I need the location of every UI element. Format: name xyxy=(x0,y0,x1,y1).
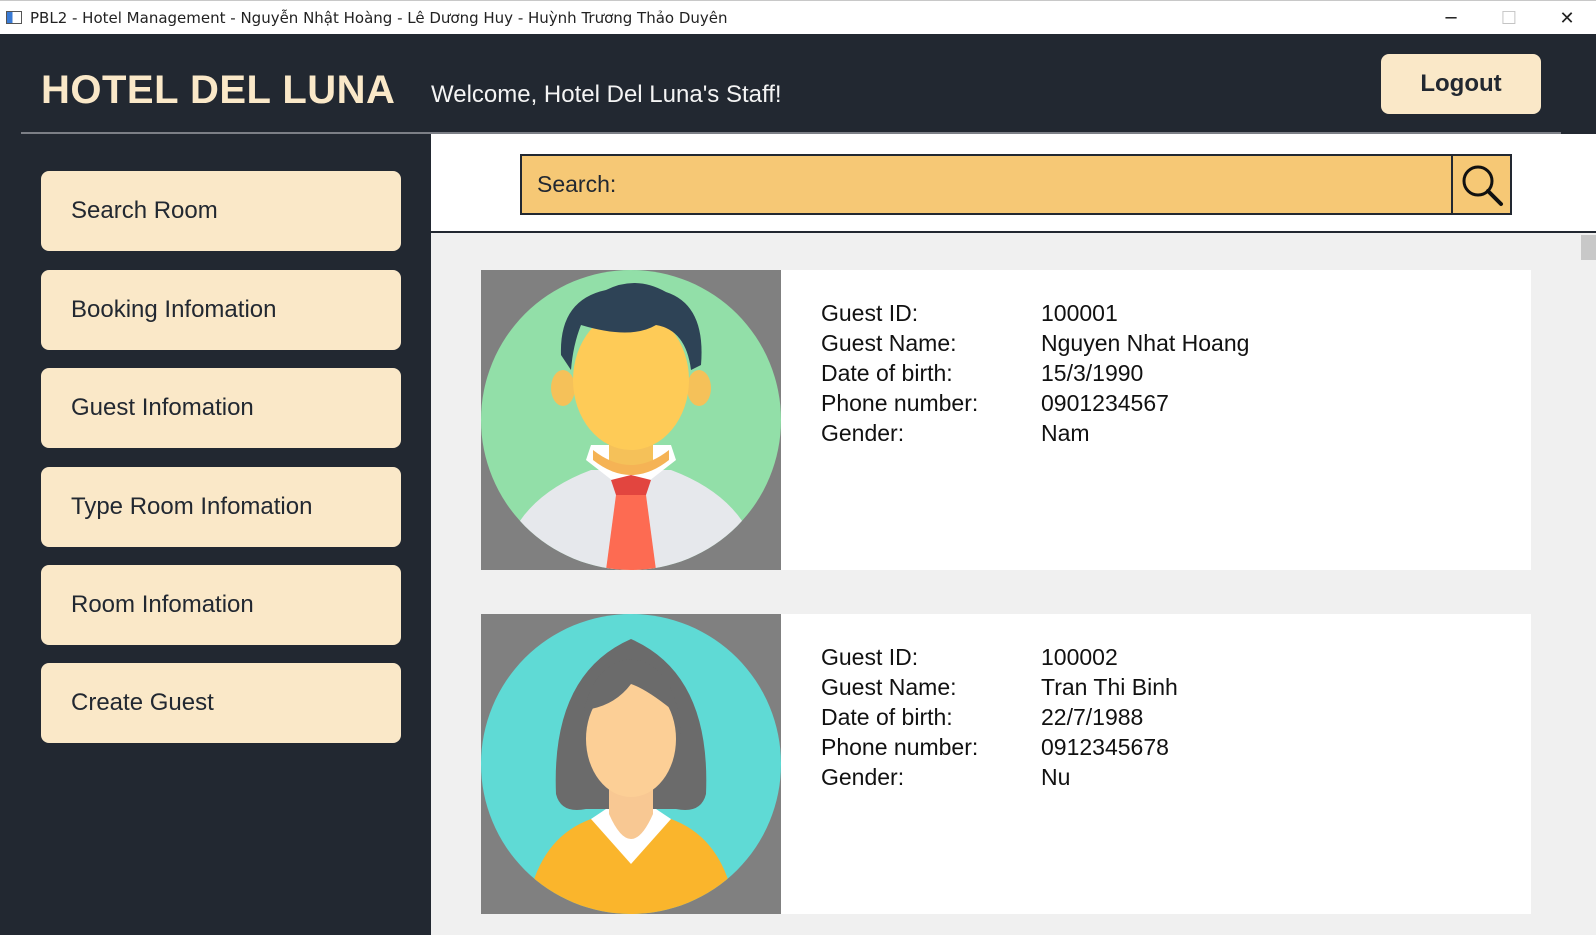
guest-phone-value: 0912345678 xyxy=(1041,734,1169,760)
brand-title: HOTEL DEL LUNA xyxy=(41,68,396,112)
sidebar-item-create-guest[interactable]: Create Guest xyxy=(41,663,401,743)
guest-id-value: 100002 xyxy=(1041,644,1118,670)
guest-id-value: 100001 xyxy=(1041,300,1118,326)
search-icon xyxy=(1462,165,1503,206)
guest-card[interactable]: Guest ID: 100002 Guest Name: Tran Thi Binh… xyxy=(481,614,1531,914)
female-avatar-icon xyxy=(481,614,781,914)
guest-info: Guest ID: 100001 Guest Name: Nguyen Nhat H… xyxy=(821,298,1249,448)
guest-name-label: Guest Name: xyxy=(821,330,957,356)
app-icon xyxy=(6,11,22,24)
window-titlebar: PBL2 - Hotel Management - Nguyễn Nhật Ho… xyxy=(0,0,1596,34)
window-title: PBL2 - Hotel Management - Nguyễn Nhật Ho… xyxy=(30,8,728,27)
guest-avatar xyxy=(481,614,781,914)
guest-id-label: Guest ID: xyxy=(821,644,919,670)
sidebar-item-search-room[interactable]: Search Room xyxy=(41,171,401,251)
sidebar-item-type-room-information[interactable]: Type Room Infomation xyxy=(41,467,401,547)
guest-phone-label: Phone number: xyxy=(821,390,979,416)
search-input[interactable]: Search: xyxy=(520,154,1453,215)
close-button[interactable]: ✕ xyxy=(1538,1,1596,35)
logout-button[interactable]: Logout xyxy=(1381,54,1541,114)
search-button[interactable] xyxy=(1451,154,1512,215)
app-header: HOTEL DEL LUNA Welcome, Hotel Del Luna's… xyxy=(0,34,1596,134)
guest-dob-value: 22/7/1988 xyxy=(1041,704,1144,730)
guest-name-label: Guest Name: xyxy=(821,674,957,700)
guest-phone-value: 0901234567 xyxy=(1041,390,1169,416)
search-label: Search: xyxy=(537,171,617,197)
guest-dob-label: Date of birth: xyxy=(821,360,953,386)
guest-dob-label: Date of birth: xyxy=(821,704,953,730)
guest-name-value: Nguyen Nhat Hoang xyxy=(1041,330,1250,356)
guest-info: Guest ID: 100002 Guest Name: Tran Thi Binh… xyxy=(821,642,1178,792)
scrollbar-thumb[interactable] xyxy=(1581,235,1596,260)
guest-gender-label: Gender: xyxy=(821,420,905,446)
main-content: Search: Guest ID: 100001 Guest Name: Ngu… xyxy=(431,134,1596,935)
guest-gender-value: Nu xyxy=(1041,764,1071,790)
window-controls: ─ ☐ ✕ xyxy=(1422,1,1596,35)
guest-dob-value: 15/3/1990 xyxy=(1041,360,1144,386)
minimize-button[interactable]: ─ xyxy=(1422,1,1480,35)
guest-name-value: Tran Thi Binh xyxy=(1041,674,1178,700)
guest-card[interactable]: Guest ID: 100001 Guest Name: Nguyen Nhat H… xyxy=(481,270,1531,570)
sidebar-item-guest-information[interactable]: Guest Infomation xyxy=(41,368,401,448)
maximize-button[interactable]: ☐ xyxy=(1480,1,1538,35)
sidebar-item-room-information[interactable]: Room Infomation xyxy=(41,565,401,645)
guest-phone-label: Phone number: xyxy=(821,734,979,760)
sidebar-item-booking-information[interactable]: Booking Infomation xyxy=(41,270,401,350)
guest-gender-value: Nam xyxy=(1041,420,1090,446)
welcome-text: Welcome, Hotel Del Luna's Staff! xyxy=(431,81,782,108)
guest-id-label: Guest ID: xyxy=(821,300,919,326)
male-avatar-icon xyxy=(481,270,781,570)
sidebar: Search Room Booking Infomation Guest Inf… xyxy=(0,134,431,935)
search-bar-area: Search: xyxy=(431,134,1596,233)
guest-gender-label: Gender: xyxy=(821,764,905,790)
guest-avatar xyxy=(481,270,781,570)
